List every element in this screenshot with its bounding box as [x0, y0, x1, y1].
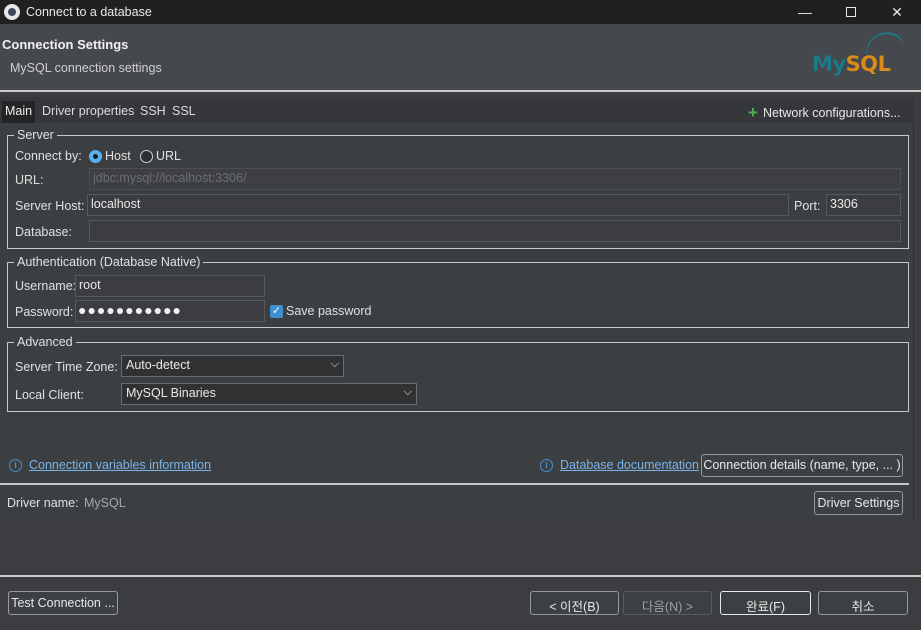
- tab-bar: Main Driver properties SSH SSL + Network …: [0, 97, 914, 123]
- advanced-legend: Advanced: [17, 335, 73, 349]
- tab-main[interactable]: Main: [2, 101, 36, 123]
- next-button[interactable]: 다음(N) >: [623, 591, 712, 615]
- username-field[interactable]: root: [75, 275, 265, 297]
- page-subtitle: MySQL connection settings: [10, 61, 162, 75]
- database-field[interactable]: [89, 220, 901, 242]
- maximize-button[interactable]: [828, 0, 874, 24]
- authentication-legend: Authentication (Database Native): [17, 255, 201, 269]
- server-host-label: Server Host:: [15, 199, 85, 213]
- server-time-zone-dropdown[interactable]: Auto-detect ⌵: [121, 355, 344, 377]
- password-label: Password:: [15, 305, 74, 319]
- database-label: Database:: [15, 225, 72, 239]
- network-configurations-label: Network configurations...: [762, 106, 901, 120]
- tab-ssl[interactable]: SSL: [169, 101, 199, 123]
- host-radio[interactable]: [89, 150, 102, 163]
- username-label: Username:: [15, 279, 77, 293]
- minimize-button[interactable]: —: [782, 0, 828, 24]
- header-banner: Connection Settings MySQL connection set…: [0, 24, 921, 90]
- mysql-logo: MySQL: [812, 28, 907, 76]
- server-legend: Server: [17, 128, 54, 142]
- close-button[interactable]: ✕: [874, 0, 920, 24]
- save-password-label[interactable]: Save password: [286, 304, 371, 318]
- password-mask: ●●●●●●●●●●●: [78, 302, 183, 318]
- finish-button[interactable]: 완료(F): [720, 591, 811, 615]
- url-field[interactable]: jdbc:mysql://localhost:3306/: [89, 168, 901, 190]
- url-radio-label[interactable]: URL: [156, 149, 181, 163]
- port-field[interactable]: 3306: [826, 194, 901, 216]
- title-bar: Connect to a database — ✕: [0, 0, 921, 24]
- dbeaver-app-icon: [4, 4, 20, 20]
- main-panel: Server Connect by: Host URL URL: jdbc:my…: [0, 123, 914, 521]
- test-connection-button[interactable]: Test Connection ...: [8, 591, 118, 615]
- page-title: Connection Settings: [2, 37, 129, 52]
- tab-ssh[interactable]: SSH: [137, 101, 169, 123]
- local-client-dropdown[interactable]: MySQL Binaries ⌵: [121, 383, 417, 405]
- url-label: URL:: [15, 173, 44, 187]
- info-icon: i: [540, 459, 553, 472]
- host-radio-label[interactable]: Host: [105, 149, 131, 163]
- network-configurations-button[interactable]: + Network configurations...: [748, 102, 901, 122]
- driver-divider: [0, 483, 909, 485]
- plus-icon: +: [748, 103, 758, 122]
- server-host-field[interactable]: localhost: [87, 194, 789, 216]
- server-time-zone-value: Auto-detect: [126, 358, 190, 372]
- driver-settings-button[interactable]: Driver Settings: [814, 491, 903, 515]
- port-label: Port:: [794, 199, 821, 213]
- connection-variables-link[interactable]: Connection variables information: [29, 458, 211, 472]
- tab-driver-properties[interactable]: Driver properties: [39, 101, 137, 123]
- local-client-label: Local Client:: [15, 388, 84, 402]
- footer-divider: [0, 575, 921, 577]
- server-time-zone-label: Server Time Zone:: [15, 360, 118, 374]
- chevron-down-icon: ⌵: [330, 358, 339, 370]
- cancel-button[interactable]: 취소: [818, 591, 908, 615]
- chevron-down-icon: ⌵: [403, 386, 412, 398]
- header-divider: [0, 90, 921, 92]
- connect-by-label: Connect by:: [15, 149, 82, 163]
- maximize-icon: [846, 7, 856, 17]
- back-button[interactable]: < 이전(B): [530, 591, 619, 615]
- url-radio[interactable]: [140, 150, 153, 163]
- save-password-checkbox[interactable]: ✓: [270, 305, 283, 318]
- window-title: Connect to a database: [26, 5, 152, 19]
- database-documentation-link[interactable]: Database documentation: [560, 458, 699, 472]
- local-client-value: MySQL Binaries: [126, 386, 216, 400]
- driver-name-label: Driver name:: [7, 496, 79, 510]
- info-icon: i: [9, 459, 22, 472]
- connection-details-button[interactable]: Connection details (name, type, ... ): [701, 454, 903, 477]
- driver-name-value: MySQL: [84, 496, 126, 510]
